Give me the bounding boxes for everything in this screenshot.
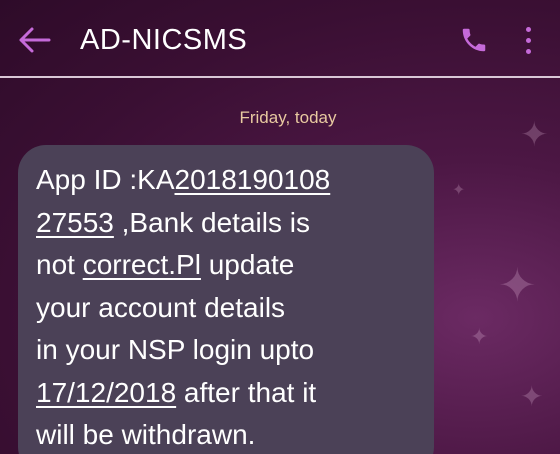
date-link[interactable]: 17/12/2018: [36, 377, 176, 408]
sparkle-decoration: ✦: [498, 258, 537, 312]
phone-icon: [462, 28, 486, 52]
more-options-button[interactable]: [516, 20, 540, 60]
message-text-segment: after that it: [176, 376, 317, 408]
app-bar: AD-NICSMS: [0, 0, 560, 76]
sparkle-decoration: ✦: [470, 325, 489, 350]
message-bubble[interactable]: App ID :KA2018190108 27553 ,Bank details…: [18, 145, 434, 454]
arrow-left-icon: [19, 27, 51, 53]
message-line: your account details: [36, 291, 286, 323]
conversation-title: AD-NICSMS: [80, 24, 248, 56]
sparkle-decoration: ✦: [520, 380, 544, 413]
more-vertical-icon: [525, 26, 531, 32]
more-vertical-icon: [525, 37, 531, 43]
message-line: 27553 ,Bank details is: [36, 202, 416, 245]
message-line: will be withdrawn.: [36, 419, 256, 450]
message-line: 17/12/2018 after that it: [36, 372, 416, 415]
message-line: in your NSP login upto: [36, 334, 315, 365]
message-line: not correct.Pl update: [36, 244, 416, 287]
messaging-app: ✦ ✦ ✦ ✦ ✦ AD-NICSMS Friday, today App ID…: [0, 0, 560, 454]
header-divider: [0, 76, 560, 78]
message-text-segment: ,Bank details is: [113, 206, 310, 238]
web-link[interactable]: correct.Pl: [83, 249, 201, 280]
app-id-link[interactable]: 2018190108: [175, 164, 331, 195]
date-separator: Friday, today: [239, 108, 337, 127]
message-text-segment: App ID :KA: [36, 164, 175, 195]
sparkle-decoration: ✦: [452, 180, 466, 199]
message-text-segment: not: [36, 249, 83, 280]
app-id-link[interactable]: 27553: [36, 207, 114, 238]
back-button[interactable]: [14, 20, 54, 60]
message-text-segment: update: [200, 249, 295, 280]
message-text: App ID :KA2018190108 27553 ,Bank details…: [36, 159, 416, 454]
call-button[interactable]: [454, 20, 494, 60]
message-line: App ID :KA2018190108: [36, 159, 416, 202]
more-vertical-icon: [525, 48, 531, 54]
